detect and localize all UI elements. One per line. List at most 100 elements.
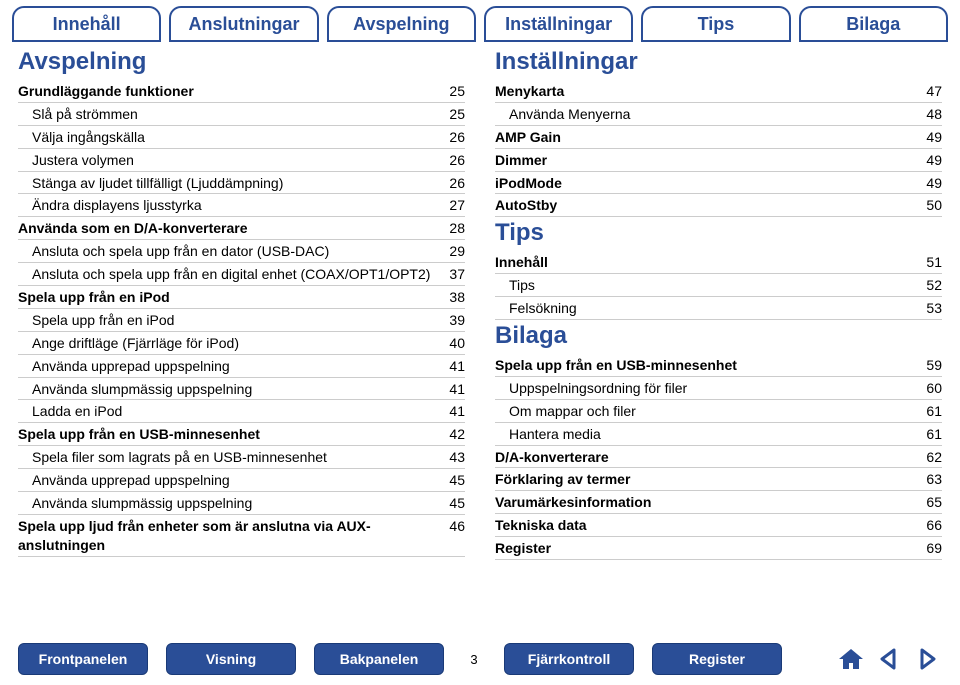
toc-page: 45 xyxy=(435,471,465,490)
toc-row[interactable]: Ange driftläge (Fjärrläge för iPod)40 xyxy=(18,332,465,355)
toc-row[interactable]: Felsökning53 xyxy=(495,297,942,320)
toc-page: 25 xyxy=(435,105,465,124)
footer-btn-visning[interactable]: Visning xyxy=(166,643,296,675)
toc-page: 49 xyxy=(912,151,942,170)
toc-page: 49 xyxy=(912,128,942,147)
toc-row[interactable]: AutoStby50 xyxy=(495,194,942,217)
toc-row[interactable]: Välja ingångskälla26 xyxy=(18,126,465,149)
toc-page: 51 xyxy=(912,253,942,272)
footer-btn-fjarrkontroll[interactable]: Fjärrkontroll xyxy=(504,643,634,675)
toc-row[interactable]: iPodMode49 xyxy=(495,172,942,195)
toc-page: 41 xyxy=(435,402,465,421)
toc-page: 65 xyxy=(912,493,942,512)
toc-label: Spela upp från en USB-minnesenhet xyxy=(18,425,435,444)
toc-label: Använda slumpmässig uppspelning xyxy=(18,494,435,513)
toc-row[interactable]: Grundläggande funktioner25 xyxy=(18,80,465,103)
toc-label: Använda upprepad uppspelning xyxy=(18,357,435,376)
toc-label: D/A-konverterare xyxy=(495,448,912,467)
toc-row[interactable]: Använda upprepad uppspelning41 xyxy=(18,355,465,378)
tab-bilaga[interactable]: Bilaga xyxy=(799,6,948,42)
toc-page: 38 xyxy=(435,288,465,307)
toc-label: Förklaring av termer xyxy=(495,470,912,489)
toc-page: 25 xyxy=(435,82,465,101)
toc-label: Justera volymen xyxy=(18,151,435,170)
top-tabs: Innehåll Anslutningar Avspelning Inställ… xyxy=(0,0,960,42)
tab-avspelning[interactable]: Avspelning xyxy=(327,6,476,42)
footer-btn-register[interactable]: Register xyxy=(652,643,782,675)
home-icon[interactable] xyxy=(836,646,866,672)
toc-page: 69 xyxy=(912,539,942,558)
toc-page: 37 xyxy=(435,265,465,284)
toc-row[interactable]: Justera volymen26 xyxy=(18,149,465,172)
footer-nav: Frontpanelen Visning Bakpanelen 3 Fjärrk… xyxy=(0,643,960,675)
toc-page: 60 xyxy=(912,379,942,398)
nav-icon-group xyxy=(836,646,942,672)
toc-page: 48 xyxy=(912,105,942,124)
toc-label: Spela filer som lagrats på en USB-minnes… xyxy=(18,448,435,467)
toc-row[interactable]: Tekniska data66 xyxy=(495,514,942,537)
tab-tips[interactable]: Tips xyxy=(641,6,790,42)
toc-rows: Innehåll51Tips52Felsökning53 xyxy=(495,251,942,320)
toc-row[interactable]: Använda som en D/A-konverterare28 xyxy=(18,217,465,240)
prev-icon[interactable] xyxy=(874,646,904,672)
toc-page: 62 xyxy=(912,448,942,467)
toc-row[interactable]: Använda slumpmässig uppspelning41 xyxy=(18,378,465,401)
toc-label: Ansluta och spela upp från en dator (USB… xyxy=(18,242,435,261)
section-heading: Bilaga xyxy=(495,322,942,350)
footer-btn-bakpanelen[interactable]: Bakpanelen xyxy=(314,643,444,675)
toc-row[interactable]: D/A-konverterare62 xyxy=(495,446,942,469)
toc-row[interactable]: Använda upprepad uppspelning45 xyxy=(18,469,465,492)
toc-page: 49 xyxy=(912,174,942,193)
toc-row[interactable]: Spela upp från en USB-minnesenhet59 xyxy=(495,354,942,377)
toc-row[interactable]: Ändra displayens ljusstyrka27 xyxy=(18,194,465,217)
toc-page: 63 xyxy=(912,470,942,489)
toc-label: Använda upprepad uppspelning xyxy=(18,471,435,490)
toc-label: Ändra displayens ljusstyrka xyxy=(18,196,435,215)
toc-row[interactable]: Ladda en iPod41 xyxy=(18,400,465,423)
toc-row[interactable]: Varumärkesinformation65 xyxy=(495,491,942,514)
toc-label: Spela upp från en iPod xyxy=(18,311,435,330)
toc-row[interactable]: Uppspelningsordning för filer60 xyxy=(495,377,942,400)
toc-label: Slå på strömmen xyxy=(18,105,435,124)
toc-label: Ladda en iPod xyxy=(18,402,435,421)
toc-row[interactable]: Spela upp ljud från enheter som är anslu… xyxy=(18,515,465,557)
toc-row[interactable]: Använda slumpmässig uppspelning45 xyxy=(18,492,465,515)
toc-rows: Menykarta47Använda Menyerna48AMP Gain49D… xyxy=(495,80,942,217)
toc-row[interactable]: Använda Menyerna48 xyxy=(495,103,942,126)
toc-row[interactable]: Hantera media61 xyxy=(495,423,942,446)
toc-row[interactable]: AMP Gain49 xyxy=(495,126,942,149)
toc-row[interactable]: Spela upp från en iPod39 xyxy=(18,309,465,332)
tab-innehall[interactable]: Innehåll xyxy=(12,6,161,42)
toc-row[interactable]: Slå på strömmen25 xyxy=(18,103,465,126)
toc-label: Spela upp från en iPod xyxy=(18,288,435,307)
toc-row[interactable]: Tips52 xyxy=(495,274,942,297)
next-icon[interactable] xyxy=(912,646,942,672)
toc-row[interactable]: Spela upp från en iPod38 xyxy=(18,286,465,309)
toc-row[interactable]: Förklaring av termer63 xyxy=(495,468,942,491)
toc-label: Spela upp från en USB-minnesenhet xyxy=(495,356,912,375)
toc-row[interactable]: Om mappar och filer61 xyxy=(495,400,942,423)
toc-page: 39 xyxy=(435,311,465,330)
toc-label: AutoStby xyxy=(495,196,912,215)
toc-row[interactable]: Innehåll51 xyxy=(495,251,942,274)
toc-label: Uppspelningsordning för filer xyxy=(495,379,912,398)
toc-page: 41 xyxy=(435,380,465,399)
toc-row[interactable]: Ansluta och spela upp från en digital en… xyxy=(18,263,465,286)
toc-row[interactable]: Register69 xyxy=(495,537,942,560)
toc-label: Välja ingångskälla xyxy=(18,128,435,147)
toc-row[interactable]: Dimmer49 xyxy=(495,149,942,172)
section-heading: Inställningar xyxy=(495,48,942,76)
toc-row[interactable]: Spela upp från en USB-minnesenhet42 xyxy=(18,423,465,446)
toc-label: iPodMode xyxy=(495,174,912,193)
toc-row[interactable]: Ansluta och spela upp från en dator (USB… xyxy=(18,240,465,263)
toc-row[interactable]: Spela filer som lagrats på en USB-minnes… xyxy=(18,446,465,469)
tab-anslutningar[interactable]: Anslutningar xyxy=(169,6,318,42)
toc-row[interactable]: Stänga av ljudet tillfälligt (Ljuddämpni… xyxy=(18,172,465,195)
content-area: Avspelning Grundläggande funktioner25Slå… xyxy=(0,42,960,560)
toc-label: Menykarta xyxy=(495,82,912,101)
toc-label: Felsökning xyxy=(495,299,912,318)
toc-row[interactable]: Menykarta47 xyxy=(495,80,942,103)
footer-btn-frontpanelen[interactable]: Frontpanelen xyxy=(18,643,148,675)
tab-installningar[interactable]: Inställningar xyxy=(484,6,633,42)
toc-label: Ansluta och spela upp från en digital en… xyxy=(18,265,435,284)
